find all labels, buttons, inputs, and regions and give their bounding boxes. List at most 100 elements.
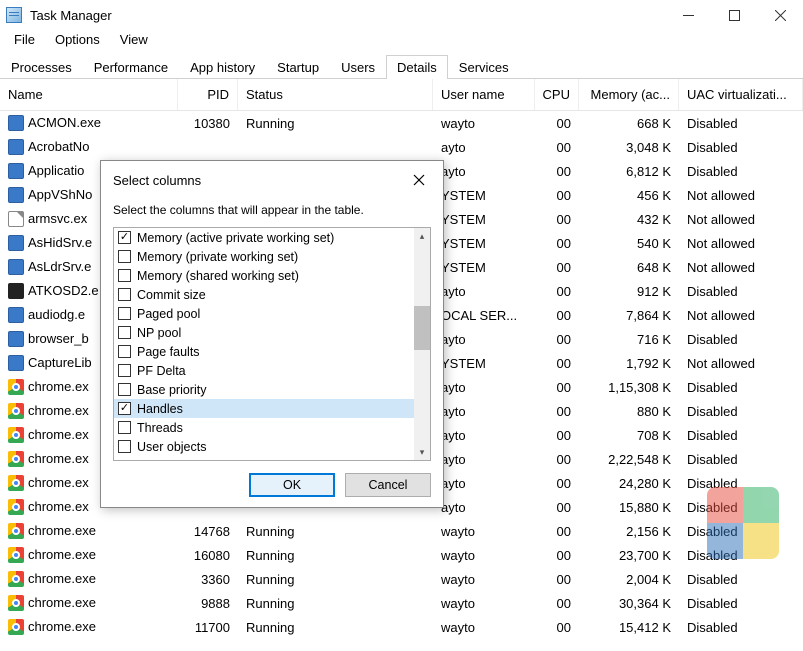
tab-services[interactable]: Services	[448, 55, 520, 79]
checkbox[interactable]	[118, 326, 131, 339]
column-option[interactable]: Handles	[114, 399, 414, 418]
cell-mem: 648 K	[579, 260, 679, 275]
column-option[interactable]: Base priority	[114, 380, 414, 399]
close-button[interactable]	[757, 0, 803, 30]
table-row[interactable]: chrome.exe16080Runningwayto0023,700 KDis…	[0, 543, 803, 567]
minimize-button[interactable]	[665, 0, 711, 30]
checkbox[interactable]	[118, 402, 131, 415]
column-option[interactable]: Threads	[114, 418, 414, 437]
tab-details[interactable]: Details	[386, 55, 448, 79]
dialog-close-button[interactable]	[405, 169, 433, 191]
tab-performance[interactable]: Performance	[83, 55, 179, 79]
column-option[interactable]: Memory (shared working set)	[114, 266, 414, 285]
checkbox[interactable]	[118, 364, 131, 377]
checkbox[interactable]	[118, 345, 131, 358]
scroll-thumb[interactable]	[414, 306, 430, 350]
tab-startup[interactable]: Startup	[266, 55, 330, 79]
process-name: CaptureLib	[28, 355, 92, 370]
checkbox[interactable]	[118, 307, 131, 320]
cell-mem: 3,048 K	[579, 140, 679, 155]
process-name: ATKOSD2.e	[28, 283, 99, 298]
column-option[interactable]: Page faults	[114, 342, 414, 361]
cell-mem: 7,864 K	[579, 308, 679, 323]
column-option[interactable]: PF Delta	[114, 361, 414, 380]
cell-cpu: 00	[535, 116, 579, 131]
cell-uac: Disabled	[679, 380, 803, 395]
cell-cpu: 00	[535, 236, 579, 251]
cell-user: YSTEM	[433, 188, 535, 203]
process-name: browser_b	[28, 331, 89, 346]
checkbox[interactable]	[118, 231, 131, 244]
cell-user: YSTEM	[433, 236, 535, 251]
scroll-down-icon[interactable]: ▾	[414, 444, 430, 460]
table-row[interactable]: chrome.exe3360Runningwayto002,004 KDisab…	[0, 567, 803, 591]
scroll-up-icon[interactable]: ▴	[414, 228, 430, 244]
menu-file[interactable]: File	[4, 30, 45, 52]
cell-cpu: 00	[535, 260, 579, 275]
col-cpu[interactable]: CPU	[535, 79, 579, 110]
column-option-label: Threads	[137, 421, 183, 435]
cell-uac: Disabled	[679, 596, 803, 611]
checkbox[interactable]	[118, 383, 131, 396]
checkbox[interactable]	[118, 288, 131, 301]
cell-mem: 456 K	[579, 188, 679, 203]
col-pid[interactable]: PID	[178, 79, 238, 110]
col-name[interactable]: Name	[0, 79, 178, 110]
column-option-label: Memory (private working set)	[137, 250, 298, 264]
col-user[interactable]: User name	[433, 79, 535, 110]
dialog-message: Select the columns that will appear in t…	[113, 203, 431, 217]
dialog-titlebar: Select columns	[101, 161, 443, 197]
menu-options[interactable]: Options	[45, 30, 110, 52]
process-name: AsLdrSrv.e	[28, 259, 91, 274]
process-icon	[8, 427, 24, 443]
cell-uac: Disabled	[679, 332, 803, 347]
cell-user: ayto	[433, 500, 535, 515]
cell-uac: Not allowed	[679, 260, 803, 275]
column-option[interactable]: User objects	[114, 437, 414, 456]
table-row[interactable]: chrome.exe11700Runningwayto0015,412 KDis…	[0, 615, 803, 639]
checkbox[interactable]	[118, 250, 131, 263]
column-option[interactable]: Commit size	[114, 285, 414, 304]
cell-mem: 15,412 K	[579, 620, 679, 635]
cell-user: ayto	[433, 140, 535, 155]
table-row[interactable]: chrome.exe9888Runningwayto0030,364 KDisa…	[0, 591, 803, 615]
ok-button[interactable]: OK	[249, 473, 335, 497]
column-option[interactable]: Memory (private working set)	[114, 247, 414, 266]
process-name: chrome.ex	[28, 475, 89, 490]
checkbox[interactable]	[118, 421, 131, 434]
cell-uac: Disabled	[679, 284, 803, 299]
checkbox[interactable]	[118, 440, 131, 453]
column-option[interactable]: Paged pool	[114, 304, 414, 323]
maximize-button[interactable]	[711, 0, 757, 30]
table-row[interactable]: AcrobatNoayto003,048 KDisabled	[0, 135, 803, 159]
process-name: chrome.ex	[28, 427, 89, 442]
cell-uac: Disabled	[679, 116, 803, 131]
cancel-button[interactable]: Cancel	[345, 473, 431, 497]
column-option[interactable]: Memory (active private working set)	[114, 228, 414, 247]
col-status[interactable]: Status	[238, 79, 433, 110]
cell-cpu: 00	[535, 140, 579, 155]
table-row[interactable]: ACMON.exe10380Runningwayto00668 KDisable…	[0, 111, 803, 135]
cell-mem: 708 K	[579, 428, 679, 443]
list-scrollbar[interactable]: ▴ ▾	[414, 228, 430, 460]
tab-processes[interactable]: Processes	[0, 55, 83, 79]
cell-mem: 668 K	[579, 116, 679, 131]
menu-view[interactable]: View	[110, 30, 158, 52]
column-option[interactable]: NP pool	[114, 323, 414, 342]
cell-cpu: 00	[535, 164, 579, 179]
cell-user: ayto	[433, 452, 535, 467]
cell-mem: 23,700 K	[579, 548, 679, 563]
column-option-label: Base priority	[137, 383, 206, 397]
column-list[interactable]: Memory (active private working set) Memor…	[113, 227, 431, 461]
tab-app-history[interactable]: App history	[179, 55, 266, 79]
col-mem[interactable]: Memory (ac...	[579, 79, 679, 110]
tab-users[interactable]: Users	[330, 55, 386, 79]
col-uac[interactable]: UAC virtualizati...	[679, 79, 803, 110]
checkbox[interactable]	[118, 269, 131, 282]
process-name: chrome.exe	[28, 571, 96, 586]
table-row[interactable]: chrome.exe14768Runningwayto002,156 KDisa…	[0, 519, 803, 543]
column-option-label: Memory (active private working set)	[137, 231, 334, 245]
process-icon	[8, 475, 24, 491]
cell-status: Running	[238, 548, 433, 563]
process-icon	[8, 379, 24, 395]
